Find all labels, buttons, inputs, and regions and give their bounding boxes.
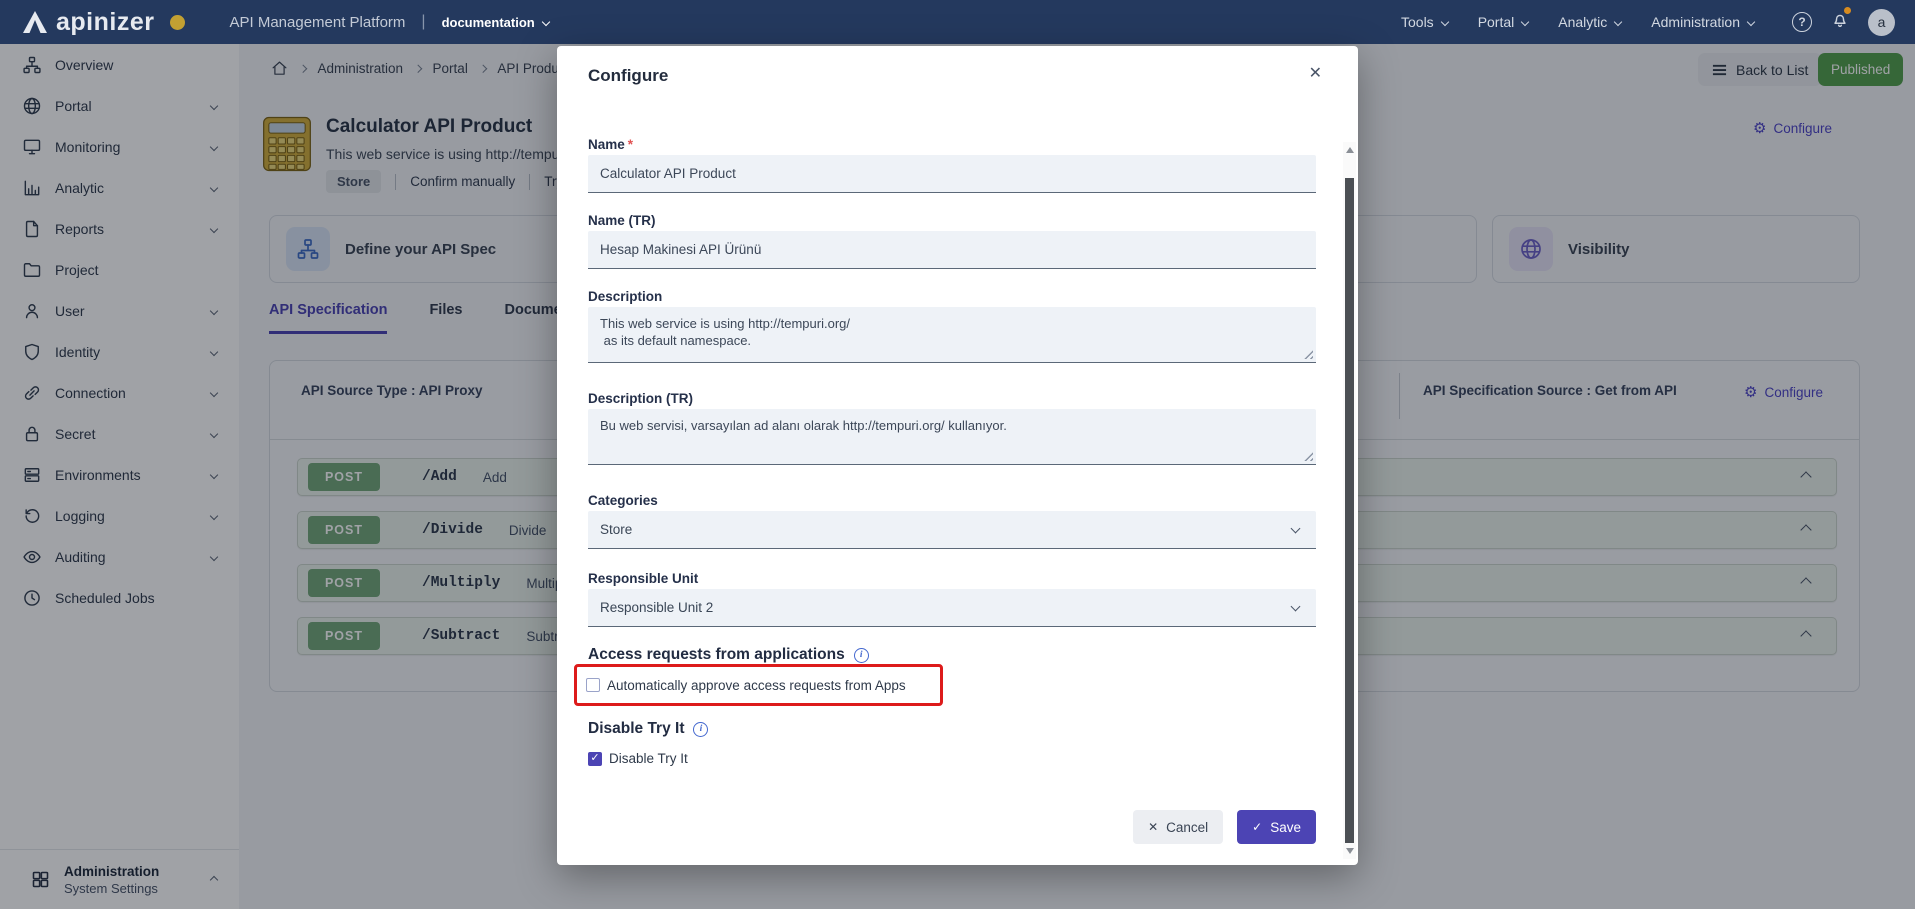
responsible-unit-select[interactable]: Responsible Unit 2 (588, 589, 1316, 627)
description-tr-label: Description (TR) (588, 390, 1316, 408)
name-tr-field[interactable] (588, 231, 1316, 269)
nav-analytic[interactable]: Analytic (1558, 14, 1621, 30)
categories-select[interactable]: Store (588, 511, 1316, 549)
disable-try-it-label: Disable Try It (609, 751, 688, 766)
disable-try-it-checkbox[interactable]: ✓ (588, 752, 602, 766)
close-icon: ✕ (1148, 820, 1158, 834)
top-header: apinizer API Management Platform | docum… (0, 0, 1915, 44)
info-icon[interactable]: i (693, 722, 708, 737)
notifications-button[interactable] (1830, 9, 1850, 35)
description-tr-field[interactable] (588, 409, 1316, 465)
chevron-down-icon (1521, 18, 1529, 26)
chevron-down-icon (1614, 18, 1622, 26)
scroll-up-icon[interactable] (1346, 147, 1354, 153)
close-icon[interactable]: ✕ (1309, 66, 1322, 82)
configure-modal: Configure ✕ Name* Name (TR) Description … (557, 46, 1358, 865)
brand-name: apinizer (56, 8, 154, 37)
modal-scrollbar[interactable] (1343, 142, 1356, 859)
chevron-down-icon (1291, 524, 1301, 534)
chevron-down-icon (1747, 18, 1755, 26)
scrollbar-thumb[interactable] (1345, 178, 1354, 843)
nav-administration[interactable]: Administration (1651, 14, 1754, 30)
chevron-down-icon (1291, 602, 1301, 612)
brand-dot (170, 15, 185, 30)
app-title: API Management Platform (229, 14, 405, 31)
save-button[interactable]: ✓ Save (1237, 810, 1316, 844)
info-icon[interactable]: i (854, 648, 869, 663)
disable-try-it-heading: Disable Try It i (588, 719, 1316, 739)
cancel-button[interactable]: ✕ Cancel (1133, 810, 1223, 844)
project-selector[interactable]: documentation (442, 15, 549, 30)
help-icon[interactable]: ? (1792, 12, 1812, 32)
required-mark: * (628, 137, 633, 152)
chevron-down-icon (1440, 18, 1448, 26)
highlight-box: Automatically approve access requests fr… (574, 664, 943, 706)
name-tr-label: Name (TR) (588, 212, 1316, 230)
check-icon: ✓ (1252, 820, 1262, 834)
modal-title: Configure (588, 66, 668, 86)
apinizer-logo[interactable]: apinizer (22, 8, 154, 37)
nav-portal[interactable]: Portal (1478, 14, 1529, 30)
name-label: Name* (588, 136, 1316, 154)
description-label: Description (588, 288, 1316, 306)
chevron-down-icon (541, 18, 549, 26)
categories-label: Categories (588, 492, 1316, 510)
auto-approve-label: Automatically approve access requests fr… (607, 678, 906, 693)
responsible-unit-label: Responsible Unit (588, 570, 1316, 588)
avatar[interactable]: a (1868, 9, 1895, 36)
apinizer-logo-icon (22, 10, 48, 34)
scroll-down-icon[interactable] (1346, 848, 1354, 854)
name-field[interactable] (588, 155, 1316, 193)
description-field[interactable] (588, 307, 1316, 363)
notification-dot (1844, 7, 1851, 14)
access-requests-heading: Access requests from applications i (588, 645, 1316, 665)
header-divider: | (421, 13, 425, 31)
auto-approve-checkbox[interactable] (586, 678, 600, 692)
nav-tools[interactable]: Tools (1401, 14, 1448, 30)
